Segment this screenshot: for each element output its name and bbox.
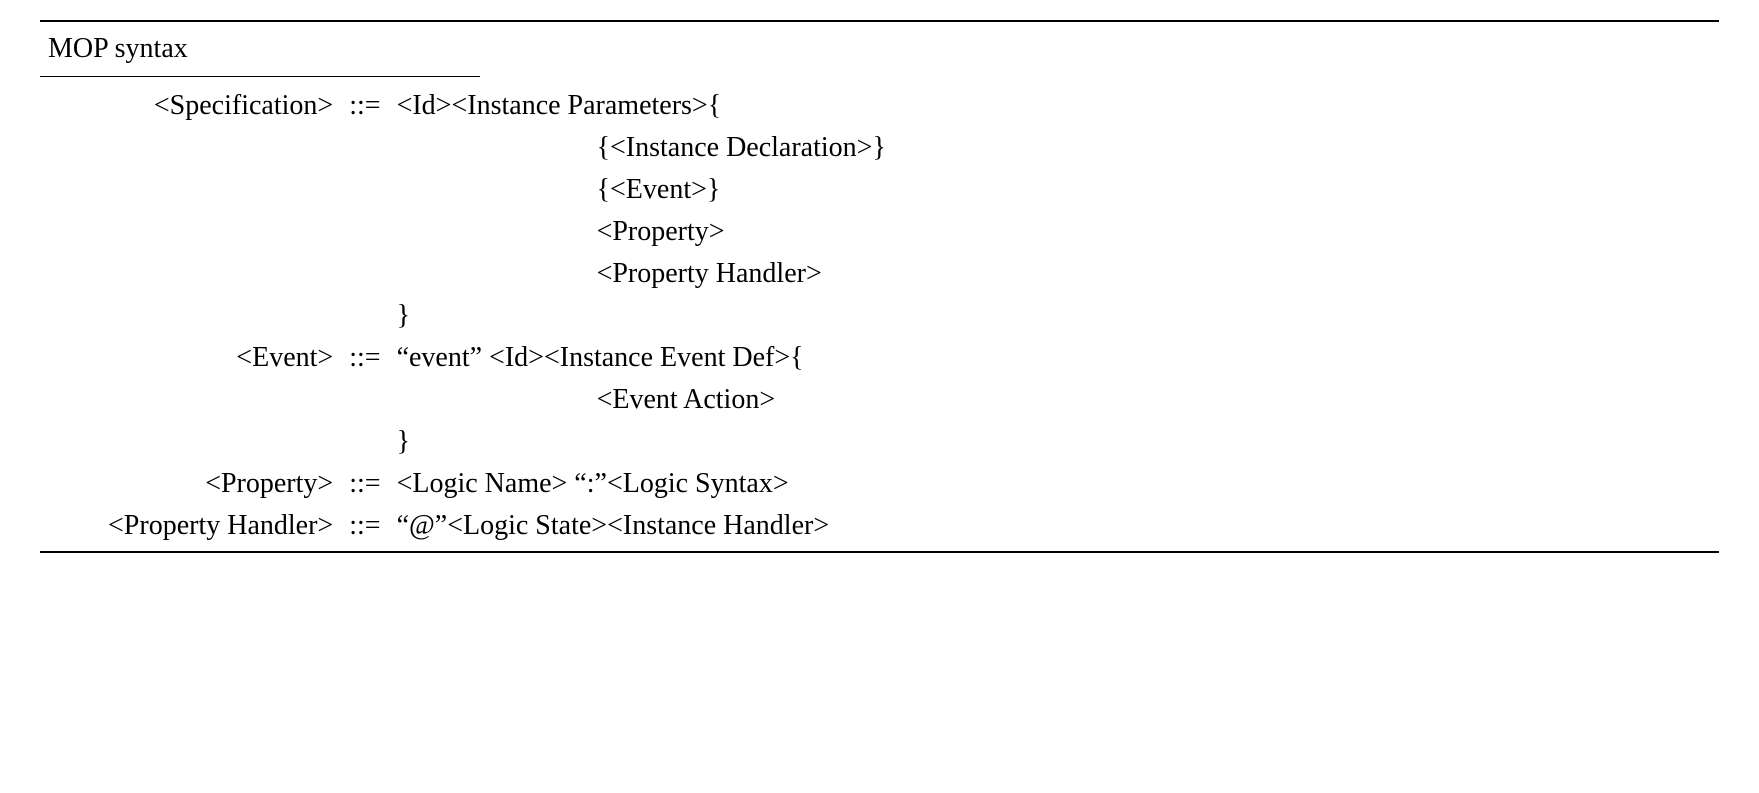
rhs-line: }	[397, 421, 886, 463]
rule-specification: <Specification> ::= <Id><Instance Parame…	[100, 85, 894, 337]
rhs-line: <Property Handler>	[397, 253, 886, 295]
rule-op: ::=	[341, 85, 388, 337]
rule-rhs: “@”<Logic State><Instance Handler>	[389, 505, 894, 547]
rule-lhs: <Event>	[100, 337, 341, 463]
rule-event: <Event> ::= “event” <Id><Instance Event …	[100, 337, 894, 463]
rule-rhs: <Id><Instance Parameters>{ {<Instance De…	[389, 85, 894, 337]
rule-property: <Property> ::= <Logic Name> “:”<Logic Sy…	[100, 463, 894, 505]
rhs-line: <Logic Name> “:”<Logic Syntax>	[397, 463, 886, 505]
rule-lhs: <Property Handler>	[100, 505, 341, 547]
rule-rhs: <Logic Name> “:”<Logic Syntax>	[389, 463, 894, 505]
rhs-line: <Id><Instance Parameters>{	[397, 85, 886, 127]
rule-lhs: <Property>	[100, 463, 341, 505]
rhs-text: {<Event>}	[597, 174, 721, 205]
rhs-line: }	[397, 295, 886, 337]
rhs-line: “event” <Id><Instance Event Def>{	[397, 337, 886, 379]
rule-op: ::=	[341, 463, 388, 505]
rhs-text: {<Instance Declaration>}	[597, 132, 886, 163]
rule-op: ::=	[341, 337, 388, 463]
top-rule	[40, 20, 1719, 22]
rhs-text: <Event Action>	[597, 384, 776, 415]
title-underline	[40, 76, 480, 77]
rule-op: ::=	[341, 505, 388, 547]
rhs-line: <Event Action>	[397, 379, 886, 421]
rule-property-handler: <Property Handler> ::= “@”<Logic State><…	[100, 505, 894, 547]
bottom-rule	[40, 551, 1719, 553]
rhs-line: “@”<Logic State><Instance Handler>	[397, 505, 886, 547]
rule-rhs: “event” <Id><Instance Event Def>{ <Event…	[389, 337, 894, 463]
rhs-line: {<Event>}	[397, 169, 886, 211]
rhs-line: {<Instance Declaration>}	[397, 127, 886, 169]
rhs-line: <Property>	[397, 211, 886, 253]
grammar-container: MOP syntax <Specification> ::= <Id><Inst…	[40, 20, 1719, 553]
grammar-title: MOP syntax	[48, 26, 1719, 72]
grammar-table: <Specification> ::= <Id><Instance Parame…	[100, 85, 894, 547]
rhs-text: <Property>	[597, 216, 725, 247]
rule-lhs: <Specification>	[100, 85, 341, 337]
rhs-text: <Property Handler>	[597, 258, 822, 289]
